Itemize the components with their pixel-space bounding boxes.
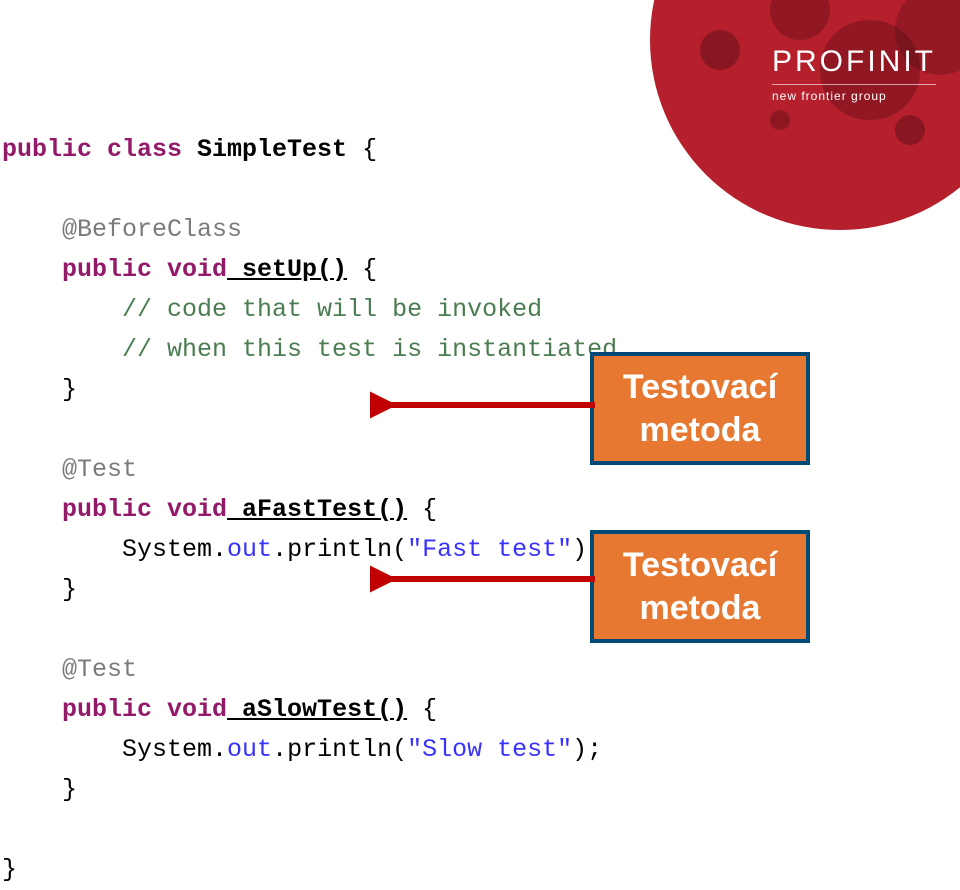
callout-text: Testovací	[616, 366, 784, 409]
code-token: {	[407, 695, 437, 724]
code-token: .println(	[272, 535, 407, 564]
callout-text: metoda	[616, 409, 784, 452]
code-token: System.	[2, 735, 227, 764]
code-token: void	[152, 695, 227, 724]
code-token: "Slow test"	[407, 735, 572, 764]
code-token: public	[2, 255, 152, 284]
code-token: );	[572, 735, 602, 764]
code-block: public class SimpleTest { @BeforeClass p…	[2, 90, 617, 890]
code-token: System.	[2, 535, 227, 564]
code-token: @Test	[2, 455, 137, 484]
code-token: "Fast test"	[407, 535, 572, 564]
code-token: }	[2, 575, 77, 604]
code-token: // code that will be invoked	[2, 295, 542, 324]
code-token: {	[347, 135, 377, 164]
arrow-icon	[370, 390, 600, 420]
code-token: @BeforeClass	[2, 215, 242, 244]
code-token: aSlowTest()	[227, 695, 407, 724]
logo: PROFINIT new frontier group	[772, 38, 936, 106]
code-token: {	[407, 495, 437, 524]
logo-sub: new frontier group	[772, 84, 936, 106]
code-token: }	[2, 775, 77, 804]
code-token: setUp()	[227, 255, 347, 284]
callout-1: Testovací metoda	[590, 352, 810, 465]
code-token: void	[152, 495, 227, 524]
logo-badge	[650, 0, 960, 230]
code-token: class	[92, 135, 182, 164]
code-token: }	[2, 375, 77, 404]
code-token: public	[2, 695, 152, 724]
code-token: {	[347, 255, 377, 284]
callout-text: Testovací	[616, 544, 784, 587]
code-token: }	[2, 855, 17, 884]
arrow-icon	[370, 564, 600, 594]
code-token: void	[152, 255, 227, 284]
code-token: aFastTest()	[227, 495, 407, 524]
code-token: @Test	[2, 655, 137, 684]
code-token: out	[227, 735, 272, 764]
code-token: .println(	[272, 735, 407, 764]
code-token: out	[227, 535, 272, 564]
logo-main: PROFINIT	[772, 38, 936, 86]
code-token: // when this test is instantiated	[2, 335, 617, 364]
code-token: public	[2, 135, 92, 164]
callout-text: metoda	[616, 587, 784, 630]
code-token: SimpleTest	[182, 135, 347, 164]
code-token: public	[2, 495, 152, 524]
callout-2: Testovací metoda	[590, 530, 810, 643]
